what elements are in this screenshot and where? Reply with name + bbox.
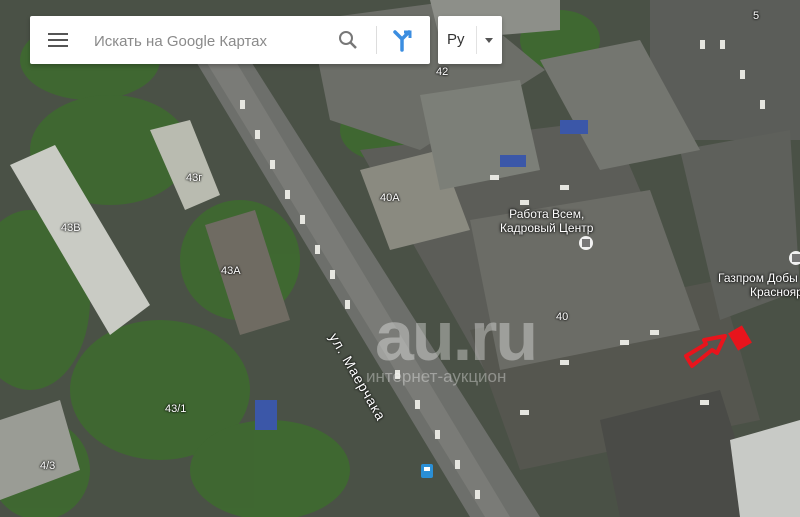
language-label: Ру — [447, 31, 465, 48]
building-label: 40А — [380, 192, 400, 204]
watermark-subtitle: интернет-аукцион — [366, 367, 507, 386]
watermark-logo: au.ru — [375, 297, 538, 375]
poi-label-line: Красноярс — [750, 285, 800, 299]
poi-icon-rabota[interactable] — [579, 236, 593, 250]
poi-label-gazprom[interactable]: Газпром Добы Красноярс — [718, 271, 800, 299]
building-label: 42 — [436, 66, 449, 78]
search-box — [30, 16, 430, 64]
directions-icon[interactable] — [386, 26, 418, 54]
building-label: 43А — [221, 265, 241, 277]
language-select[interactable]: Ру — [438, 16, 502, 64]
search-icon[interactable] — [336, 28, 360, 52]
building-label: 4/3 — [40, 460, 56, 472]
poi-label-rabota[interactable]: Работа Всем, Кадровый Центр — [500, 207, 593, 235]
chevron-down-icon[interactable] — [485, 38, 493, 43]
bus-stop-icon[interactable] — [421, 464, 433, 478]
building-label: 43г — [186, 172, 203, 184]
building-label: 40 — [556, 311, 569, 323]
poi-label-line: Кадровый Центр — [500, 221, 594, 235]
menu-icon[interactable] — [40, 28, 76, 52]
satellite-map[interactable] — [0, 0, 800, 517]
poi-label-line: Работа Всем, — [509, 207, 585, 221]
building-label: 43/1 — [165, 403, 187, 415]
search-input[interactable] — [92, 26, 356, 56]
poi-label-line: Газпром Добы — [718, 271, 798, 285]
language-divider — [476, 26, 477, 54]
search-divider — [376, 26, 377, 54]
building-label: 43В — [61, 222, 81, 234]
building-label: 5 — [753, 10, 760, 22]
